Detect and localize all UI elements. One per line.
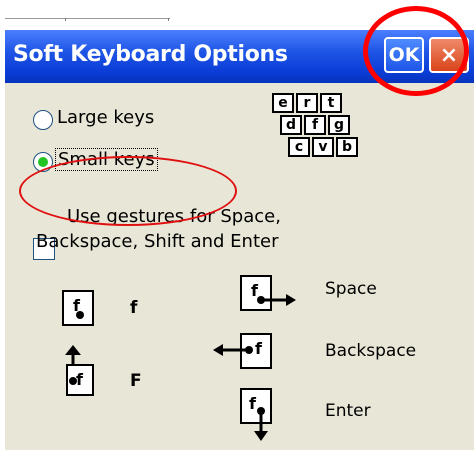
svg-text:f: f: [255, 339, 263, 358]
svg-text:f: f: [249, 394, 257, 413]
shift-result-letter: F: [130, 371, 142, 391]
ruler-line: [5, 4, 170, 21]
preview-key: d: [280, 115, 302, 135]
preview-key: c: [288, 137, 310, 157]
backspace-label: Backspace: [325, 341, 417, 361]
shift-gesture-icon: f: [65, 345, 94, 396]
enter-gesture-icon: f: [240, 388, 272, 441]
space-gesture-icon: f: [240, 275, 296, 311]
tap-result-letter: f: [130, 298, 138, 318]
preview-key: e: [272, 93, 294, 113]
enter-label: Enter: [325, 401, 371, 421]
dialog-title: Soft Keyboard Options: [13, 42, 288, 67]
svg-text:f: f: [251, 281, 259, 300]
gestures-label-line2[interactable]: Backspace, Shift and Enter: [36, 231, 278, 252]
preview-key: t: [320, 93, 342, 113]
large-keys-radio[interactable]: [33, 110, 53, 130]
ruler-tick: [65, 18, 66, 21]
small-keys-annotation-ellipse: [19, 156, 237, 226]
ruler-tick: [168, 18, 169, 21]
tap-gesture-icon: f: [62, 290, 94, 326]
preview-key: f: [304, 115, 326, 135]
svg-text:f: f: [76, 370, 84, 389]
preview-key: g: [328, 115, 350, 135]
backspace-gesture-icon: f: [213, 333, 272, 369]
preview-key: v: [312, 137, 334, 157]
preview-key: r: [296, 93, 318, 113]
preview-key: b: [336, 137, 358, 157]
large-keys-label[interactable]: Large keys: [57, 107, 154, 128]
space-label: Space: [325, 279, 377, 299]
radio-selected-dot: [38, 157, 48, 167]
ok-button-annotation-circle: [363, 6, 469, 96]
